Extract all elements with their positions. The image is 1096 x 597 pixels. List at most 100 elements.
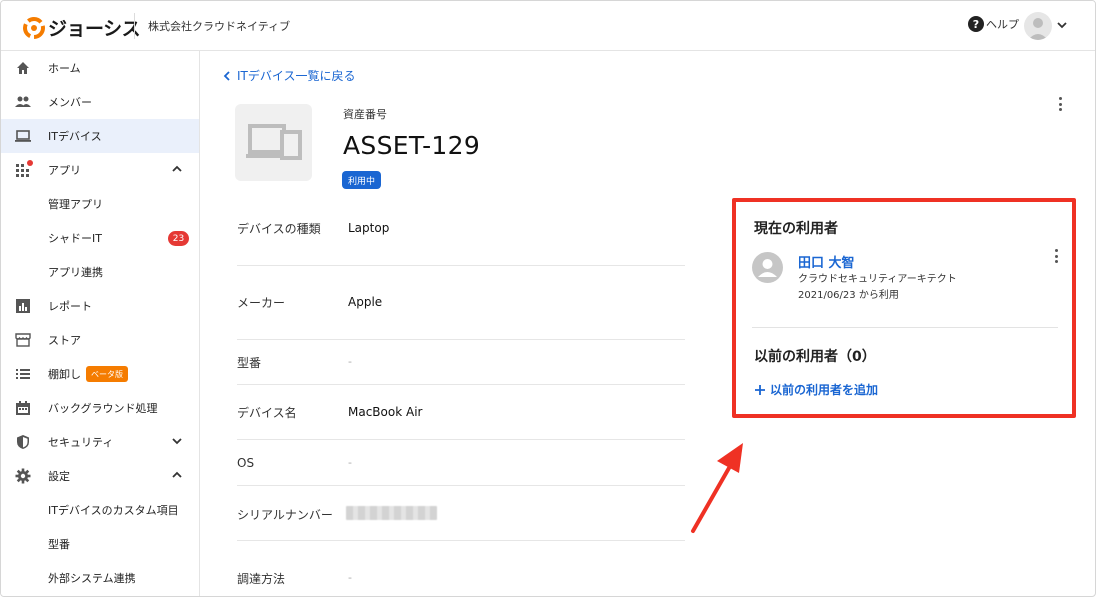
- add-previous-user-button[interactable]: 以前の利用者を追加: [754, 381, 878, 398]
- header-divider: [134, 13, 135, 39]
- sidebar-item-label: セキュリティ: [48, 436, 114, 449]
- field-value-model: -: [348, 355, 352, 368]
- user-avatar-menu[interactable]: [1024, 12, 1052, 40]
- sidebar-item-label: 管理アプリ: [48, 198, 103, 211]
- current-user-role: クラウドセキュリティアーキテクト: [798, 274, 957, 285]
- previous-users-heading: 以前の利用者（0）: [754, 349, 876, 365]
- back-link-label: ITデバイス一覧に戻る: [237, 69, 356, 83]
- shadow-it-count-badge: 23: [168, 231, 189, 246]
- serial-number-redacted: [346, 506, 437, 520]
- sidebar-item-label: シャドーIT: [48, 232, 102, 245]
- sidebar-item-label: アプリ: [48, 164, 81, 177]
- field-label-model: 型番: [237, 356, 262, 370]
- field-divider: [237, 540, 685, 541]
- add-previous-user-label: 以前の利用者を追加: [770, 383, 879, 397]
- sidebar-item-apps[interactable]: アプリ: [1, 153, 199, 187]
- laptop-icon: [15, 130, 31, 142]
- callout-arrow-icon: [691, 443, 743, 533]
- sidebar-item-label: ITデバイス: [48, 130, 102, 143]
- store-icon: [15, 333, 31, 347]
- sidebar-item-members[interactable]: メンバー: [1, 85, 199, 119]
- sidebar-item-reports[interactable]: レポート: [1, 289, 199, 323]
- sidebar-item-inventory[interactable]: 棚卸し ベータ版: [1, 357, 199, 391]
- sidebar-item-home[interactable]: ホーム: [1, 51, 199, 85]
- gear-icon: [15, 468, 31, 484]
- shield-icon: [17, 435, 29, 449]
- app-window: ジョーシス 株式会社クラウドネイティブ ? ヘルプ ホーム メンバー ITデバイ…: [0, 0, 1096, 597]
- field-value-device-name: MacBook Air: [348, 405, 423, 419]
- field-value-os: -: [348, 456, 352, 469]
- top-header: ジョーシス 株式会社クラウドネイティブ ? ヘルプ: [1, 1, 1095, 51]
- chevron-left-icon: [223, 70, 230, 81]
- sidebar-item-label: 設定: [48, 470, 70, 483]
- back-to-device-list-link[interactable]: ITデバイス一覧に戻る: [223, 67, 356, 84]
- sidebar-item-label: ITデバイスのカスタム項目: [48, 504, 179, 517]
- device-thumbnail: [235, 104, 312, 181]
- sidebar-item-label: 外部システム連携: [48, 572, 136, 585]
- field-label-os: OS: [237, 456, 255, 470]
- sidebar-nav: ホーム メンバー ITデバイス アプリ 管理アプリ シャドーIT 23 アプリ連…: [1, 51, 200, 596]
- users-card: 現在の利用者 田口 大智 クラウドセキュリティアーキテクト 2021/06/23…: [732, 198, 1076, 418]
- field-divider: [237, 439, 685, 440]
- help-icon: ?: [968, 16, 984, 32]
- sidebar-item-managed-apps[interactable]: 管理アプリ: [1, 187, 199, 221]
- sidebar-item-settings[interactable]: 設定: [1, 459, 199, 493]
- asset-number-title: ASSET-129: [343, 131, 481, 160]
- field-value-manufacturer: Apple: [348, 295, 383, 309]
- sidebar-item-external-integrations[interactable]: 外部システム連携: [1, 561, 199, 595]
- notification-dot: [27, 160, 33, 166]
- chevron-up-icon: [172, 471, 182, 478]
- user-more-options-icon[interactable]: [1048, 247, 1064, 265]
- sidebar-item-label: アプリ連携: [48, 266, 103, 279]
- logo-text: ジョーシス: [48, 18, 141, 40]
- sidebar-item-label: メンバー: [48, 96, 92, 109]
- sidebar-item-label: ホーム: [48, 62, 81, 75]
- help-button[interactable]: ? ヘルプ: [968, 16, 1019, 32]
- field-label-serial-number: シリアルナンバー: [237, 508, 333, 522]
- sidebar-item-label: バックグラウンド処理: [48, 402, 158, 415]
- sidebar-item-shadow-it[interactable]: シャドーIT 23: [1, 221, 199, 255]
- field-divider: [237, 339, 685, 340]
- report-icon: [16, 299, 30, 313]
- field-label-procurement: 調達方法: [237, 572, 286, 586]
- sidebar-item-label: レポート: [48, 300, 92, 313]
- people-icon: [15, 96, 31, 107]
- sidebar-item-it-devices[interactable]: ITデバイス: [1, 119, 199, 153]
- sidebar-item-label: ストア: [48, 334, 81, 347]
- field-label-device-type: デバイスの種類: [237, 222, 321, 236]
- user-avatar: [752, 252, 783, 283]
- field-label-device-name: デバイス名: [237, 406, 297, 420]
- sidebar-item-label: 棚卸し: [48, 368, 81, 381]
- current-user-name-link[interactable]: 田口 大智: [798, 252, 855, 271]
- beta-badge: ベータ版: [86, 366, 128, 382]
- chevron-down-icon: [172, 438, 182, 445]
- plus-icon: [755, 384, 765, 395]
- field-value-device-type: Laptop: [348, 221, 390, 235]
- more-options-icon[interactable]: [1052, 95, 1068, 113]
- calendar-icon: [16, 401, 30, 415]
- sidebar-item-app-integrations[interactable]: アプリ連携: [1, 255, 199, 289]
- help-label: ヘルプ: [986, 18, 1019, 31]
- sidebar-item-background-jobs[interactable]: バックグラウンド処理: [1, 391, 199, 425]
- chevron-down-icon[interactable]: [1056, 20, 1068, 30]
- sidebar-item-store[interactable]: ストア: [1, 323, 199, 357]
- field-divider: [237, 265, 685, 266]
- sidebar-item-security[interactable]: セキュリティ: [1, 425, 199, 459]
- sidebar-item-device-custom-fields[interactable]: ITデバイスのカスタム項目: [1, 493, 199, 527]
- field-divider: [237, 485, 685, 486]
- card-divider: [752, 327, 1058, 328]
- field-divider: [237, 384, 685, 385]
- asset-number-caption: 資産番号: [343, 108, 387, 121]
- app-logo[interactable]: ジョーシス: [23, 14, 141, 41]
- person-icon: [758, 259, 777, 277]
- sidebar-item-label: 型番: [48, 538, 70, 551]
- organization-name: 株式会社クラウドネイティブ: [148, 20, 291, 33]
- avatar-person-icon: [1028, 18, 1048, 40]
- sidebar-item-model-numbers[interactable]: 型番: [1, 527, 199, 561]
- logo-mark-icon: [23, 16, 45, 39]
- laptop-phone-icon: [245, 123, 302, 160]
- current-user-since: 2021/06/23 から利用: [798, 290, 899, 301]
- status-badge: 利用中: [342, 171, 382, 189]
- current-user-heading: 現在の利用者: [754, 221, 838, 237]
- list-icon: [16, 369, 30, 379]
